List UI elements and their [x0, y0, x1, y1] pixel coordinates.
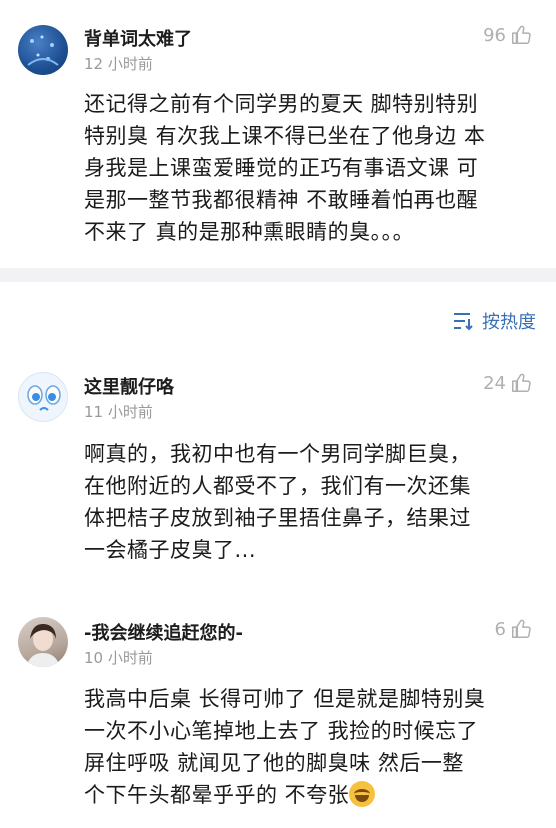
avatar[interactable] [18, 25, 68, 75]
comment-line-text: 个下午头都晕乎乎的 不夸张 [84, 783, 350, 807]
timestamp: 11 小时前 [84, 403, 153, 421]
like-count: 24 [483, 372, 506, 394]
avatar-image-icon [27, 35, 59, 66]
sort-label: 按热度 [482, 312, 536, 333]
cartoon-face-icon [27, 385, 61, 411]
like-button[interactable]: 6 [495, 618, 532, 640]
comment-line: 一会橘子皮臭了... [84, 538, 257, 562]
avatar[interactable] [18, 617, 68, 667]
avatar[interactable] [18, 372, 68, 422]
timestamp: 10 小时前 [84, 649, 153, 667]
comment-1: 背单词太难了 12 小时前 96 还记得之前有个同学男的夏天 脚特别特别 特别臭… [0, 0, 556, 262]
like-button[interactable]: 24 [483, 372, 532, 394]
comment-text: 还记得之前有个同学男的夏天 脚特别特别 特别臭 有次我上课不得已坐在了他身边 本… [84, 88, 538, 248]
thumbs-up-icon [512, 619, 531, 638]
comment-line: 啊真的，我初中也有一个男同学脚巨臭， [84, 442, 471, 466]
sort-icon [454, 313, 473, 331]
comment-line: 屏住呼吸 就闻见了他的脚臭味 然后一整 [84, 751, 464, 775]
comment-line: 还记得之前有个同学男的夏天 脚特别特别 [84, 92, 479, 116]
comment-text: 我高中后桌 长得可帅了 但是就是脚特别臭 一次不小心笔掉地上去了 我捡的时候忘了… [84, 683, 538, 811]
username[interactable]: 这里靓仔咯 [84, 373, 174, 399]
comment-line: 在他附近的人都受不了，我们有一次还集 [84, 474, 471, 498]
like-count: 6 [494, 618, 506, 640]
thumbs-up-icon [512, 25, 531, 44]
comment-text: 啊真的，我初中也有一个男同学脚巨臭， 在他附近的人都受不了，我们有一次还集 体把… [84, 438, 538, 566]
like-button[interactable]: 96 [483, 24, 532, 46]
username[interactable]: 背单词太难了 [84, 25, 192, 51]
comment-line: 不来了 真的是那种熏眼睛的臭。。。 [84, 220, 415, 244]
laughing-tears-emoji-icon [349, 781, 376, 807]
comment-line: 个下午头都晕乎乎的 不夸张 [84, 779, 538, 811]
timestamp: 12 小时前 [84, 55, 153, 73]
comment-line: 体把桔子皮放到袖子里捂住鼻子，结果过 [84, 506, 471, 530]
thumbs-up-icon [512, 373, 531, 392]
comment-line: 一次不小心笔掉地上去了 我捡的时候忘了 [84, 719, 479, 743]
like-count: 96 [483, 24, 506, 46]
comment-line: 特别臭 有次我上课不得已坐在了他身边 本 [84, 124, 486, 148]
person-photo-icon [26, 623, 60, 667]
comment-line: 身我是上课蛮爱睡觉的正巧有事语文课 可 [84, 156, 479, 180]
sort-toggle[interactable]: 按热度 [452, 308, 536, 334]
comment-line: 我高中后桌 长得可帅了 但是就是脚特别臭 [84, 687, 486, 711]
comment-2: 这里靓仔咯 11 小时前 24 啊真的，我初中也有一个男同学脚巨臭， 在他附近的… [0, 360, 556, 590]
username[interactable]: -我会继续追赶您的- [84, 619, 243, 645]
comment-line: 是那一整节我都很精神 不敢睡着怕再也醒 [84, 188, 479, 212]
section-divider [0, 268, 556, 282]
comment-3: -我会继续追赶您的- 10 小时前 6 我高中后桌 长得可帅了 但是就是脚特别臭… [0, 605, 556, 828]
